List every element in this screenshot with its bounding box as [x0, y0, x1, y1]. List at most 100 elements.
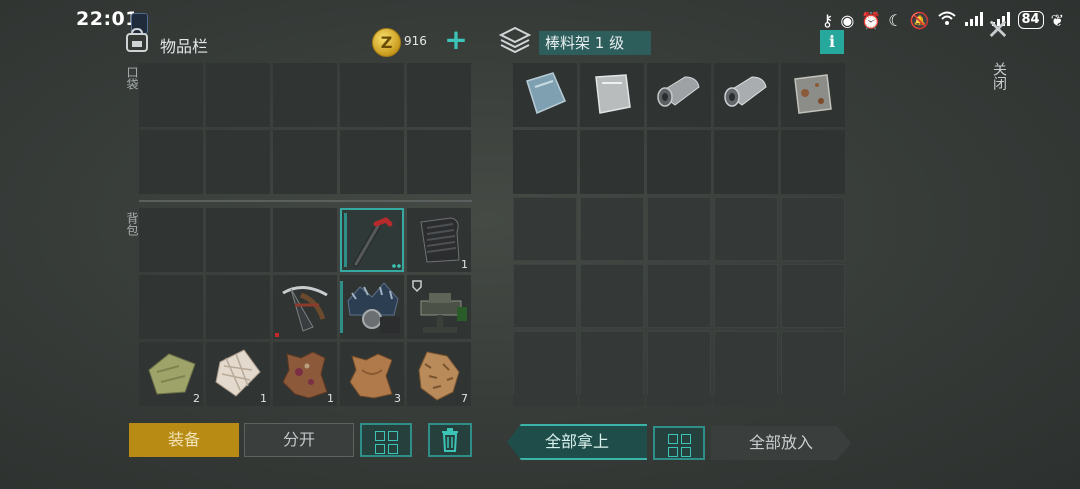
storage-slot-empty[interactable]: [714, 197, 778, 261]
backpack-slot[interactable]: 3: [340, 342, 404, 406]
backpack-slot[interactable]: [139, 275, 203, 339]
sort-grid-icon: [374, 431, 398, 454]
leaf-icon: ❦: [1050, 10, 1064, 30]
item-quantity: 7: [461, 392, 468, 405]
backpack-slot[interactable]: 7: [407, 342, 471, 406]
rusty-plate-icon: [794, 74, 832, 114]
close-icon[interactable]: ✕: [986, 16, 1010, 44]
storage-slot[interactable]: 40: [647, 63, 711, 150]
wifi-icon: [937, 10, 957, 30]
take-all-button[interactable]: 全部拿上: [507, 424, 647, 460]
backpack-icon: [124, 27, 150, 52]
storage-slot[interactable]: 1: [580, 63, 644, 150]
backpack-slot[interactable]: [407, 275, 471, 339]
storage-slot-empty[interactable]: [580, 197, 644, 261]
equip-button[interactable]: 装备: [129, 423, 239, 457]
pocket-slot[interactable]: [139, 130, 203, 194]
inventory-title: 物品栏: [160, 37, 209, 56]
item-quantity: 1: [327, 392, 334, 405]
eye-icon: ◉: [840, 10, 855, 30]
put-all-button[interactable]: 全部放入: [711, 426, 851, 460]
crossbow-icon: [275, 286, 328, 337]
backpack-slot[interactable]: [139, 208, 203, 272]
backpack-slot[interactable]: [340, 275, 404, 339]
metal-roll-icon: [657, 76, 700, 107]
pocket-slot[interactable]: [206, 130, 270, 194]
backpack-slot[interactable]: 1: [206, 342, 270, 406]
storage-grid-overflow: [513, 394, 845, 406]
crowbar-icon: [344, 213, 401, 268]
pocket-slot[interactable]: [273, 130, 337, 194]
status-time: 22:01: [76, 8, 139, 30]
backpack-slot[interactable]: [273, 208, 337, 272]
delete-item-button[interactable]: [428, 423, 472, 457]
backpack-slot-selected[interactable]: [340, 208, 404, 272]
sort-inventory-button[interactable]: [360, 423, 412, 457]
coin-icon: Z: [372, 28, 401, 57]
storage-grid: 18 1 40 8 5: [513, 63, 845, 395]
storage-slot-empty[interactable]: [647, 331, 711, 395]
steel-plate-icon: [526, 72, 566, 115]
pocket-slot[interactable]: [340, 130, 404, 194]
turret-icon: [412, 280, 467, 333]
storage-slot[interactable]: [781, 130, 845, 194]
battery-icon: 84: [1017, 11, 1044, 29]
storage-slot-empty[interactable]: [781, 331, 845, 395]
storage-slot[interactable]: [513, 130, 577, 194]
item-quantity: 3: [394, 392, 401, 405]
storage-slot[interactable]: 5: [781, 63, 845, 150]
pocket-grid: [139, 63, 471, 194]
storage-slot-empty[interactable]: [781, 264, 845, 328]
close-label[interactable]: 关闭: [989, 62, 1009, 90]
storage-slot[interactable]: 18: [513, 63, 577, 150]
sort-storage-button[interactable]: [653, 426, 705, 460]
signal-icon: [964, 11, 984, 30]
storage-slot-empty[interactable]: [714, 331, 778, 395]
storage-title: 棒料架 1 级: [539, 31, 651, 55]
storage-slot-empty[interactable]: [647, 264, 711, 328]
pocket-slot[interactable]: [139, 63, 203, 127]
pocket-slot[interactable]: [407, 130, 471, 194]
item-quantity: 1: [260, 392, 267, 405]
section-divider: [139, 200, 472, 202]
backpack-slot[interactable]: [206, 275, 270, 339]
pocket-slot[interactable]: [273, 63, 337, 127]
storage-slot-empty[interactable]: [580, 331, 644, 395]
storage-slot-empty[interactable]: [647, 197, 711, 261]
item-quantity: 2: [193, 392, 200, 405]
pocket-slot[interactable]: [206, 63, 270, 127]
split-button[interactable]: 分开: [244, 423, 354, 457]
mute-icon: 🔕: [909, 10, 930, 30]
pocket-slot[interactable]: [407, 63, 471, 127]
storage-slot-empty[interactable]: [714, 264, 778, 328]
backpack-slot[interactable]: 1: [273, 342, 337, 406]
pocket-slot[interactable]: [340, 63, 404, 127]
metal-roll-icon: [724, 76, 767, 107]
iron-plate-icon: [595, 74, 631, 114]
key-icon: ⚷: [821, 10, 834, 30]
storage-slot[interactable]: [647, 130, 711, 194]
storage-slot-empty[interactable]: [513, 264, 577, 328]
storage-slot-empty[interactable]: [513, 331, 577, 395]
backpack-slot[interactable]: 2: [139, 342, 203, 406]
storage-slot[interactable]: [714, 130, 778, 194]
add-coins-button[interactable]: +: [444, 26, 468, 54]
backpack-slot[interactable]: 1: [407, 208, 471, 272]
item-quantity: 1: [461, 258, 468, 271]
alarm-icon: ⏰: [861, 10, 882, 30]
moon-icon: ☾: [888, 10, 903, 30]
storage-slot[interactable]: 8: [714, 63, 778, 150]
storage-slot[interactable]: [580, 130, 644, 194]
spike-trap-icon: [340, 281, 400, 333]
status-icons: ⚷ ◉ ⏰ ☾ 🔕 84 ❦: [822, 10, 1064, 30]
storage-slot-empty[interactable]: [580, 264, 644, 328]
backpack-grid: 1 2 1 1 3 7: [139, 208, 471, 406]
trash-icon: [442, 428, 458, 452]
storage-slot-empty[interactable]: [513, 197, 577, 261]
backpack-slot[interactable]: [206, 208, 270, 272]
storage-slot-empty[interactable]: [781, 197, 845, 261]
storage-stack-icon: [497, 25, 533, 57]
coin-count: 916: [404, 34, 427, 48]
backpack-slot[interactable]: [273, 275, 337, 339]
info-button[interactable]: i: [820, 30, 844, 54]
